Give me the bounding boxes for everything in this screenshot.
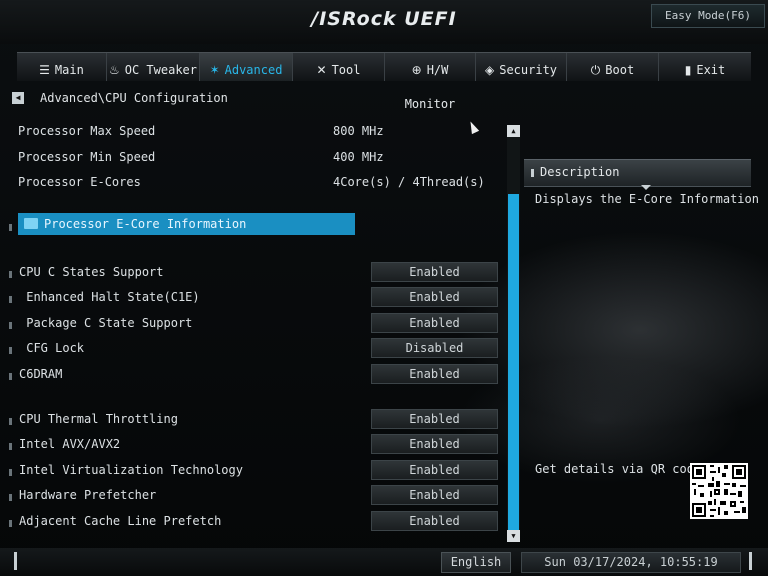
setting-value-button[interactable]: Enabled: [371, 287, 498, 307]
info-label: Processor E-Cores: [18, 175, 141, 189]
setting-label: Hardware Prefetcher: [19, 488, 157, 502]
tab-exit[interactable]: ▮ Exit: [659, 53, 751, 81]
info-label: Processor Max Speed: [18, 124, 156, 138]
chevron-down-icon: [641, 185, 651, 190]
tab-label: OC Tweaker: [124, 63, 197, 77]
info-bullet-icon: [9, 322, 12, 329]
setting-value-button[interactable]: Disabled: [371, 338, 498, 358]
info-bullet-icon: [9, 520, 12, 527]
tab-label: Security: [499, 63, 558, 77]
top-bar: /ISRock UEFI Easy Mode(F6): [0, 0, 768, 44]
setting-label: Intel Virtualization Technology: [19, 463, 243, 477]
tab-main[interactable]: ☰ Main: [17, 53, 107, 81]
tab-boot[interactable]: ⏻ Boot: [567, 53, 659, 81]
tab-label: Main: [54, 63, 84, 77]
info-value: 800 MHz: [333, 124, 384, 138]
setting-row[interactable]: Adjacent Cache Line Prefetch Enabled: [0, 510, 505, 532]
scroll-up-arrow-icon[interactable]: ▲: [507, 125, 520, 137]
setting-value-button[interactable]: Enabled: [371, 460, 498, 480]
info-row: Processor Min Speed 400 MHz: [0, 146, 505, 168]
setting-value-button[interactable]: Enabled: [371, 409, 498, 429]
tab-label: Boot: [605, 63, 635, 77]
flame-icon: ♨: [108, 63, 120, 77]
description-title: Description: [540, 165, 620, 179]
easy-mode-button[interactable]: Easy Mode(F6): [651, 4, 765, 28]
setting-row[interactable]: CFG Lock Disabled: [0, 337, 505, 359]
language-button[interactable]: English: [441, 552, 511, 573]
list-icon: ☰: [39, 63, 50, 77]
description-header: Description: [524, 159, 751, 186]
info-value: 400 MHz: [333, 150, 384, 164]
setting-label: CPU C States Support: [19, 265, 164, 279]
info-bullet-icon: [9, 224, 12, 231]
exit-icon: ▮: [684, 63, 692, 77]
setting-row[interactable]: Package C State Support Enabled: [0, 312, 505, 334]
setting-label: Intel AVX/AVX2: [19, 437, 121, 451]
setting-label: Package C State Support: [19, 316, 193, 330]
info-bullet-icon: [9, 469, 12, 476]
submenu-label: Processor E-Core Information: [44, 217, 247, 231]
setting-row[interactable]: Intel AVX/AVX2 Enabled: [0, 433, 505, 455]
setting-row[interactable]: CPU C States Support Enabled: [0, 261, 505, 283]
setting-label: CPU Thermal Throttling: [19, 412, 178, 426]
info-bullet-icon: [9, 494, 12, 501]
setting-value-button[interactable]: Enabled: [371, 511, 498, 531]
tab-oc-tweaker[interactable]: ♨ OC Tweaker: [107, 53, 200, 81]
setting-row[interactable]: C6DRAM Enabled: [0, 363, 505, 385]
divider: [749, 552, 752, 570]
setting-value-button[interactable]: Enabled: [371, 485, 498, 505]
divider: [524, 186, 751, 187]
setting-value-button[interactable]: Enabled: [371, 434, 498, 454]
setting-value-button[interactable]: Enabled: [371, 313, 498, 333]
date-time-display: Sun 03/17/2024, 10:55:19: [521, 552, 741, 573]
tab-label: Tool: [331, 63, 361, 77]
setting-row[interactable]: Intel Virtualization Technology Enabled: [0, 459, 505, 481]
info-bullet-icon: [9, 443, 12, 450]
tools-icon: ✕: [316, 63, 327, 77]
scroll-down-arrow-icon[interactable]: ▼: [507, 530, 520, 542]
power-icon: ⏻: [590, 63, 601, 77]
tab-tool[interactable]: ✕ Tool: [293, 53, 385, 81]
info-row: Processor E-Cores 4Core(s) / 4Thread(s): [0, 171, 505, 193]
tab-security[interactable]: ◈ Security: [476, 53, 567, 81]
qr-label: Get details via QR code: [535, 462, 702, 476]
tab-hw-monitor[interactable]: ⊕ H/W Monitor: [385, 53, 476, 111]
info-row: Processor Max Speed 800 MHz: [0, 120, 505, 142]
tab-advanced[interactable]: ✶ Advanced: [200, 53, 293, 81]
info-label: Processor Min Speed: [18, 150, 156, 164]
setting-label: CFG Lock: [19, 341, 85, 355]
setting-value-button[interactable]: Enabled: [371, 262, 498, 282]
monitor-icon: ⊕: [411, 63, 422, 77]
folder-icon: [24, 218, 38, 229]
shield-icon: ◈: [484, 63, 495, 77]
main-tab-bar: ☰ Main ♨ OC Tweaker ✶ Advanced ✕ Tool ⊕ H/W M…: [17, 52, 751, 111]
setting-label: C6DRAM: [19, 367, 63, 381]
description-text: Displays the E-Core Information: [535, 192, 759, 206]
back-arrow-icon[interactable]: ◀: [12, 92, 24, 104]
tab-label: Exit: [696, 63, 726, 77]
star-icon: ✶: [209, 63, 220, 77]
divider: [14, 552, 17, 570]
setting-row[interactable]: Hardware Prefetcher Enabled: [0, 484, 505, 506]
setting-label: Adjacent Cache Line Prefetch: [19, 514, 222, 528]
info-bullet-icon: [9, 418, 12, 425]
tab-label: Advanced: [224, 63, 283, 77]
scrollbar-thumb[interactable]: [508, 194, 519, 530]
info-value: 4Core(s) / 4Thread(s): [333, 175, 485, 189]
info-bullet-icon: [9, 373, 12, 380]
info-bullet-icon: [9, 271, 12, 278]
breadcrumb: Advanced\CPU Configuration: [40, 91, 228, 105]
setting-row[interactable]: Enhanced Halt State(C1E) Enabled: [0, 286, 505, 308]
submenu-e-core-information[interactable]: Processor E-Core Information: [18, 213, 355, 235]
info-bullet-icon: [531, 169, 534, 177]
setting-value-button[interactable]: Enabled: [371, 364, 498, 384]
info-bullet-icon: [9, 347, 12, 354]
setting-label: Enhanced Halt State(C1E): [19, 290, 200, 304]
qr-code-icon: [690, 463, 748, 519]
info-bullet-icon: [9, 296, 12, 303]
setting-row[interactable]: CPU Thermal Throttling Enabled: [0, 408, 505, 430]
